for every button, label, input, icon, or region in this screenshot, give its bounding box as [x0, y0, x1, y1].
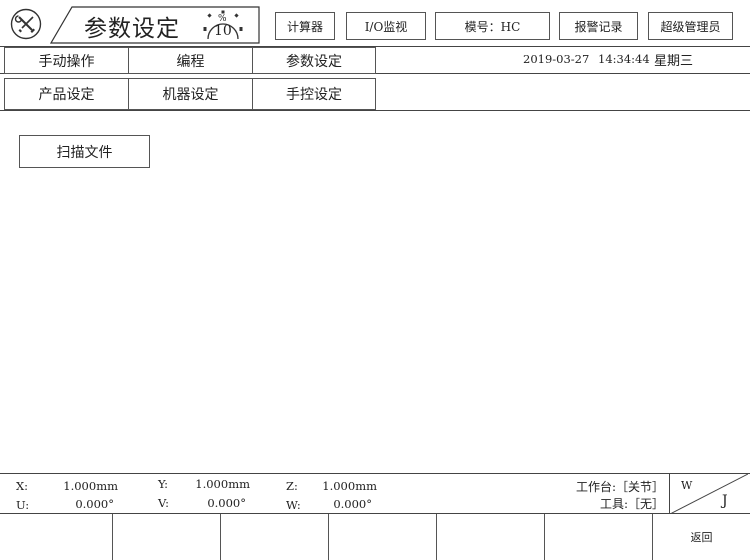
- tools-icon[interactable]: [10, 8, 42, 40]
- v-axis-label: V:: [158, 496, 170, 510]
- tab-row2-bottom-line: [0, 110, 750, 111]
- x-axis-value: 1.000mm: [63, 479, 118, 493]
- w-axis-value: 0.000°: [333, 497, 372, 511]
- u-axis-label: U:: [16, 498, 30, 512]
- v-axis-value: 0.000°: [207, 496, 246, 510]
- z-axis-value: 1.000mm: [322, 479, 377, 493]
- tab-machine-settings[interactable]: 机器设定: [128, 78, 253, 110]
- worktable-status: 工作台:［关节］: [575, 480, 664, 494]
- function-key-6[interactable]: [545, 514, 653, 560]
- w-axis-label: W:: [286, 498, 301, 512]
- function-key-3[interactable]: [221, 514, 329, 560]
- counter-value: 10: [214, 23, 232, 39]
- function-key-2[interactable]: [113, 514, 221, 560]
- mold-number-button[interactable]: 模号：HC: [435, 12, 550, 40]
- alarm-log-button[interactable]: 报警记录: [559, 12, 638, 40]
- tab-hand-control-settings[interactable]: 手控设定: [252, 78, 376, 110]
- tool-status: 工具:［无］: [599, 497, 664, 511]
- x-axis-label: X:: [16, 479, 29, 493]
- time-display: 14:34:44: [598, 52, 650, 66]
- scan-file-button[interactable]: 扫描文件: [19, 135, 150, 168]
- tab-parameter-settings[interactable]: 参数设定: [252, 47, 376, 74]
- calculator-button[interactable]: 计算器: [275, 12, 335, 40]
- y-axis-label: Y:: [158, 477, 169, 491]
- tab-programming[interactable]: 编程: [128, 47, 253, 74]
- function-key-1[interactable]: [0, 514, 113, 560]
- y-axis-value: 1.000mm: [195, 477, 250, 491]
- z-axis-label: Z:: [286, 479, 298, 493]
- date-display: 2019-03-27: [523, 52, 590, 66]
- gear-counter-icon: % 10: [202, 10, 244, 42]
- super-admin-button[interactable]: 超级管理员: [648, 12, 733, 40]
- io-monitor-button[interactable]: I/O监视: [346, 12, 426, 40]
- function-key-4[interactable]: [329, 514, 437, 560]
- page-title: 参数设定: [84, 16, 180, 42]
- joint-coord-label: J: [722, 493, 728, 509]
- function-key-5[interactable]: [437, 514, 545, 560]
- status-bar: X: 1.000mm Y: 1.000mm Z: 1.000mm U: 0.00…: [0, 474, 750, 514]
- tab-manual-operation[interactable]: 手动操作: [4, 47, 129, 74]
- tab-product-settings[interactable]: 产品设定: [4, 78, 129, 110]
- coordinate-mode-toggle[interactable]: W J: [669, 474, 748, 514]
- world-coord-label: W: [681, 479, 693, 492]
- back-button[interactable]: 返回: [653, 514, 750, 560]
- u-axis-value: 0.000°: [75, 497, 114, 511]
- weekday-display: 星期三: [654, 54, 694, 69]
